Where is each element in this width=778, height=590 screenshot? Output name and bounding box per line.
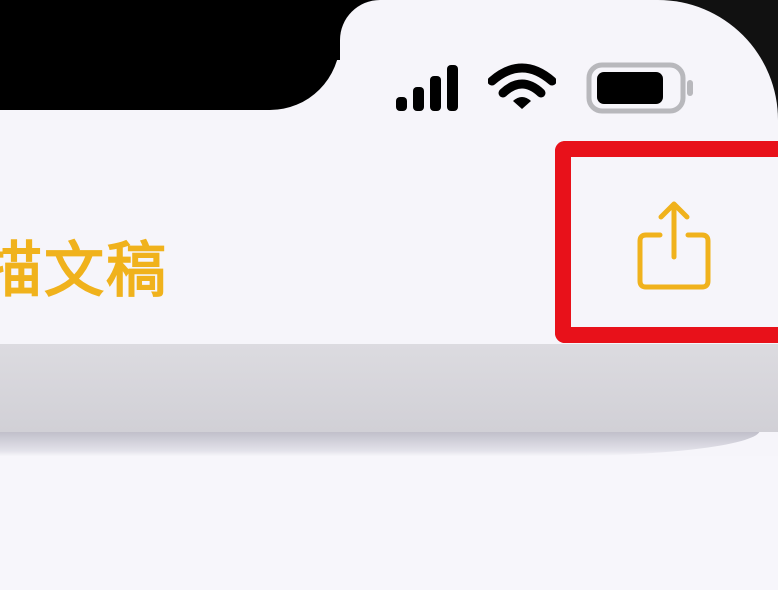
highlight-annotation-box	[555, 141, 778, 343]
nav-title: 描文稿	[0, 236, 168, 306]
battery-icon	[586, 62, 696, 114]
content-area	[0, 456, 778, 590]
toolbar-shadow	[0, 430, 760, 456]
notch	[0, 0, 340, 110]
phone-screen: 描文稿	[0, 0, 778, 590]
wifi-icon	[488, 63, 556, 113]
toolbar-band	[0, 344, 778, 432]
cellular-signal-icon	[396, 65, 458, 111]
status-bar	[396, 60, 696, 116]
